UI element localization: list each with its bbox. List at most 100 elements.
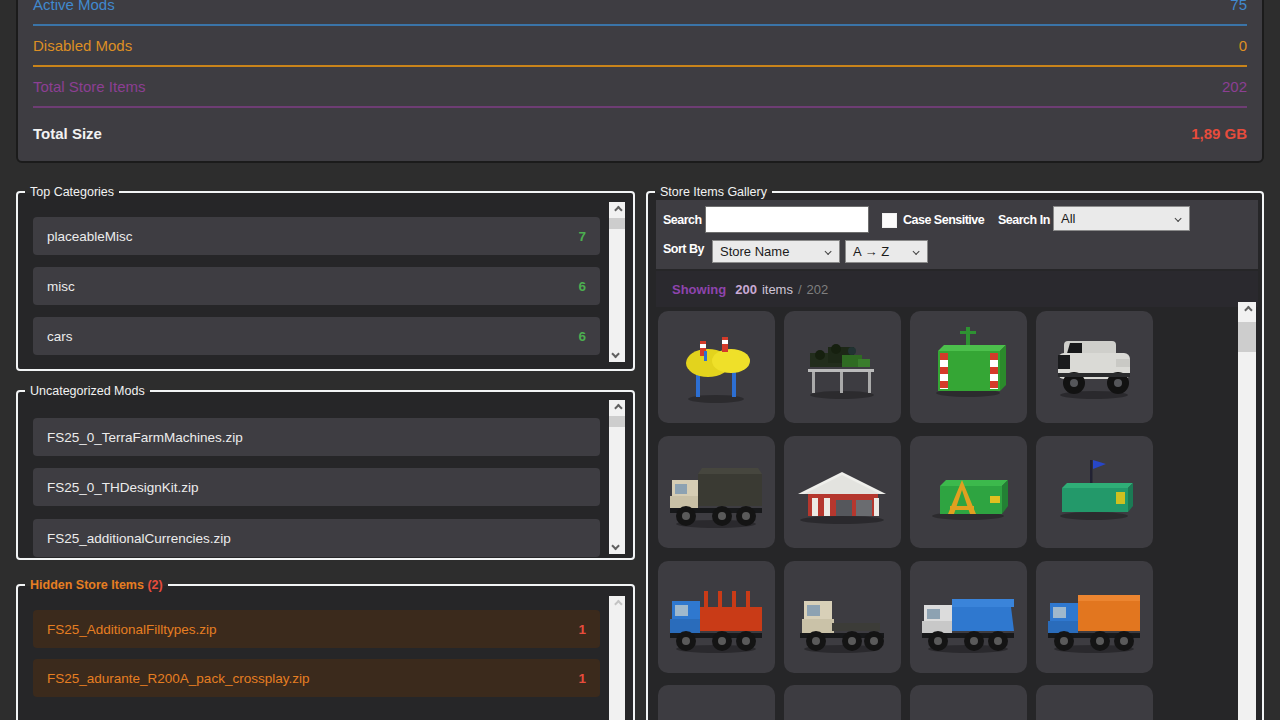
- suv-thumbnail: [1036, 311, 1153, 423]
- sprayer-thumbnail: [658, 311, 775, 423]
- container_sign-thumbnail: [910, 436, 1027, 548]
- sort-by-value: Store Name: [720, 244, 789, 259]
- store-item-card[interactable]: [910, 436, 1027, 548]
- store-item-card[interactable]: [784, 311, 901, 423]
- showing-separator: /: [798, 282, 802, 297]
- list-item[interactable]: cars 6: [33, 317, 600, 355]
- item-count: 1: [578, 622, 586, 637]
- search-in-value: All: [1061, 211, 1075, 226]
- hidden-store-items-title: Hidden Store Items (2): [25, 577, 168, 594]
- store-item-card[interactable]: [658, 436, 775, 548]
- item-count: 1: [578, 671, 586, 686]
- item-name: placeableMisc: [47, 229, 133, 244]
- truck_orange-thumbnail: [1036, 561, 1153, 673]
- scrollbar-thumb[interactable]: [609, 218, 625, 229]
- item-count: 7: [578, 229, 586, 244]
- item-name: FS25_0_TerraFarmMachines.zip: [47, 430, 243, 445]
- stat-row: Total Store Items 202: [33, 67, 1247, 108]
- stats-panel: Active Mods 75 Disabled Mods 0 Total Store I…: [16, 0, 1264, 163]
- store-item-card[interactable]: [1036, 685, 1153, 720]
- scroll-up-button[interactable]: [609, 202, 625, 218]
- list-scrollbar[interactable]: [609, 400, 625, 554]
- scroll-down-button[interactable]: [609, 538, 625, 554]
- showing-label: Showing: [672, 282, 726, 297]
- chevron-up-icon: [614, 206, 622, 214]
- list-item[interactable]: FS25_AdditionalFilltypes.zip1: [33, 610, 600, 648]
- store-item-card[interactable]: [910, 561, 1027, 673]
- item-count: 6: [578, 329, 586, 344]
- stat-value: 75: [1230, 0, 1247, 13]
- store-item-card[interactable]: [658, 685, 775, 720]
- chevron-down-icon: [825, 248, 832, 255]
- scrollbar-thumb[interactable]: [609, 416, 625, 427]
- case-sensitive-checkbox[interactable]: [882, 213, 897, 228]
- gallery-toolbar: Search Case Sensitive Search In All Sort…: [656, 200, 1258, 269]
- item-name: FS25_adurante_R200A_pack_crossplay.zip: [47, 671, 309, 686]
- store-item-card[interactable]: [910, 311, 1027, 423]
- chevron-up-icon: [614, 404, 622, 412]
- building-thumbnail: [784, 436, 901, 548]
- item-name: FS25_additionalCurrencies.zip: [47, 531, 231, 546]
- store-item-card[interactable]: [1036, 436, 1153, 548]
- stat-value: 202: [1222, 78, 1247, 95]
- uncategorized-title: Uncategorized Mods: [25, 383, 150, 400]
- store-item-card[interactable]: [784, 436, 901, 548]
- scroll-up-button[interactable]: [609, 596, 625, 612]
- sort-by-dropdown[interactable]: Store Name: [712, 240, 840, 263]
- item-name: FS25_0_THDesignKit.zip: [47, 480, 199, 495]
- store-item-card[interactable]: [658, 561, 775, 673]
- list-item[interactable]: placeableMisc 7: [33, 217, 600, 255]
- chevron-down-icon: [611, 542, 619, 550]
- truck_tractor-thumbnail: [784, 561, 901, 673]
- scroll-down-button[interactable]: [609, 346, 625, 362]
- store-item-card[interactable]: [1036, 311, 1153, 423]
- showing-items-word: items: [762, 282, 793, 297]
- gallery-scrollbar[interactable]: [1238, 302, 1256, 720]
- store-item-card[interactable]: [784, 561, 901, 673]
- list-item[interactable]: FS25_additionalCurrencies.zip: [33, 519, 600, 557]
- sort-order-dropdown[interactable]: A → Z: [845, 240, 928, 263]
- list-scrollbar[interactable]: [609, 202, 625, 362]
- chevron-down-icon: [913, 248, 920, 255]
- search-label: Search: [663, 213, 702, 228]
- list-item[interactable]: FS25_0_TerraFarmMachines.zip: [33, 418, 600, 456]
- store-item-card[interactable]: [784, 685, 901, 720]
- store-item-card[interactable]: [658, 311, 775, 423]
- list-scrollbar[interactable]: [609, 596, 625, 720]
- list-item[interactable]: misc 6: [33, 267, 600, 305]
- hidden-store-items-groupbox: Hidden Store Items (2) FS25_AdditionalFi…: [16, 584, 635, 720]
- stat-value: 1,89 GB: [1191, 125, 1247, 142]
- scroll-up-button[interactable]: [609, 400, 625, 416]
- uncategorized-groupbox: Uncategorized Mods FS25_0_TerraFarmMachi…: [16, 390, 635, 560]
- search-input[interactable]: [705, 206, 869, 233]
- container_flag-thumbnail: [1036, 436, 1153, 548]
- item-name: misc: [47, 279, 75, 294]
- search-in-dropdown[interactable]: All: [1053, 206, 1190, 231]
- scrollbar-thumb[interactable]: [1238, 322, 1256, 352]
- store-items-gallery-groupbox: Store Items Gallery Search Case Sensitiv…: [646, 191, 1264, 720]
- search-in-label: Search In: [998, 213, 1050, 228]
- list-item[interactable]: FS25_adurante_R200A_pack_crossplay.zip 1: [33, 659, 600, 697]
- sort-order-value: A → Z: [853, 244, 889, 259]
- chevron-down-icon: [611, 350, 619, 358]
- scroll-up-button[interactable]: [1238, 302, 1256, 318]
- stat-value: 0: [1239, 37, 1247, 54]
- stat-label: Active Mods: [33, 0, 115, 13]
- item-count: 6: [578, 279, 586, 294]
- sort-by-label: Sort By: [663, 242, 704, 257]
- showing-count: 200: [735, 282, 757, 297]
- top-categories-title: Top Categories: [25, 184, 119, 201]
- stat-row: Active Mods 75: [33, 0, 1247, 26]
- store-item-card[interactable]: [1036, 561, 1153, 673]
- store-item-card[interactable]: [910, 685, 1027, 720]
- item-name: cars: [47, 329, 73, 344]
- top-categories-groupbox: Top Categories placeableMisc7misc6cars6: [16, 191, 635, 371]
- list-item[interactable]: FS25_0_THDesignKit.zip: [33, 468, 600, 506]
- stat-row: Disabled Mods 0: [33, 26, 1247, 67]
- harvester-thumbnail: [784, 311, 901, 423]
- stat-label: Disabled Mods: [33, 37, 132, 54]
- stat-label: Total Store Items: [33, 78, 146, 95]
- chevron-up-icon: [1244, 306, 1252, 314]
- showing-status-bar: Showing 200 items / 202: [656, 271, 1258, 307]
- truck_bed-thumbnail: [658, 436, 775, 548]
